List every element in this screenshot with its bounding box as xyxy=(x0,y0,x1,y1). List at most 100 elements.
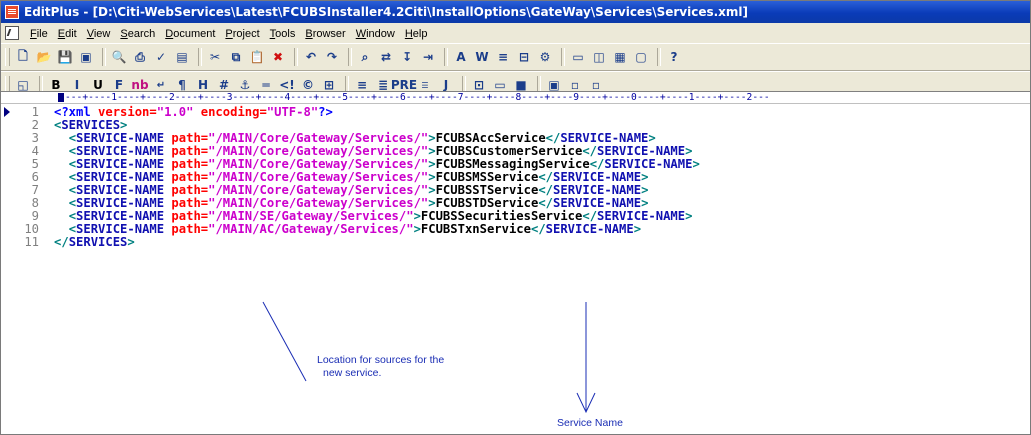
find-icon[interactable]: ⌕ xyxy=(356,48,374,66)
print-icon[interactable]: ⎙ xyxy=(131,48,149,66)
editplus-app-icon[interactable] xyxy=(5,5,19,19)
editplus-window: EditPlus - [D:\Citi-WebServices\Latest\F… xyxy=(0,0,1031,435)
font-icon[interactable]: A xyxy=(452,48,470,66)
menu-file[interactable]: File xyxy=(25,28,53,40)
editor-pane[interactable]: ---+----1----+----2----+----3----+----4-… xyxy=(1,91,1030,434)
menu-mnemonic: P xyxy=(225,27,233,40)
service-name-tag: SERVICE-NAME xyxy=(76,170,165,184)
tag-bracket: </ xyxy=(545,131,561,145)
page-icon[interactable]: ▤ xyxy=(173,48,191,66)
menu-mnemonic: W xyxy=(355,27,367,40)
menu-window[interactable]: Window xyxy=(351,28,400,40)
menu-browser[interactable]: Browser xyxy=(300,28,350,40)
code-line[interactable]: <SERVICE-NAME path="/MAIN/AC/Gateway/Ser… xyxy=(54,223,641,236)
title-bar[interactable]: EditPlus - [D:\Citi-WebServices\Latest\F… xyxy=(1,1,1030,23)
goto-icon[interactable]: ↧ xyxy=(398,48,416,66)
service-name-value: FCUBSTxnService xyxy=(420,222,531,236)
tag-bracket: > xyxy=(428,183,436,197)
code-line[interactable]: </SERVICES> xyxy=(54,236,135,249)
tag-bracket: </ xyxy=(538,196,554,210)
menu-search[interactable]: Search xyxy=(115,28,160,40)
redo-icon[interactable]: ↷ xyxy=(323,48,341,66)
tag-bracket: </ xyxy=(530,222,546,236)
spell-check-icon[interactable]: ✓ xyxy=(152,48,170,66)
path-attr: path= xyxy=(164,131,209,145)
toolbar-separator xyxy=(198,48,202,66)
help-icon[interactable]: ? xyxy=(665,48,683,66)
service-name-tag: SERVICE-NAME xyxy=(76,144,165,158)
replace-icon[interactable]: ⇄ xyxy=(377,48,395,66)
tag-bracket: > xyxy=(428,196,436,210)
ruler-start-marker xyxy=(58,93,64,102)
cut-icon[interactable]: ✂ xyxy=(206,48,224,66)
copy-icon[interactable]: ⧉ xyxy=(227,48,245,66)
path-attr: path= xyxy=(164,222,209,236)
menu-help[interactable]: Help xyxy=(400,28,433,40)
path-attr: path= xyxy=(164,209,209,223)
service-name-close-tag: SERVICE-NAME xyxy=(553,196,642,210)
tag-bracket: > xyxy=(685,209,693,223)
save-icon[interactable]: 💾 xyxy=(56,48,74,66)
menu-edit[interactable]: Edit xyxy=(53,28,82,40)
menu-label-rest: rowser xyxy=(312,27,346,40)
line-number-icon[interactable]: ≡ xyxy=(494,48,512,66)
tag-bracket: > xyxy=(641,170,649,184)
tag-bracket: < xyxy=(68,209,77,223)
tag-bracket: > xyxy=(413,222,421,236)
save-all-icon[interactable]: ▣ xyxy=(77,48,95,66)
path-attr: path= xyxy=(164,183,209,197)
indent-icon[interactable]: ⇥ xyxy=(419,48,437,66)
tag-bracket: > xyxy=(120,118,128,132)
tag-bracket: </ xyxy=(582,144,598,158)
path-attr: path= xyxy=(164,196,209,210)
paste-icon[interactable]: 📋 xyxy=(248,48,266,66)
value-version: "1.0" xyxy=(156,105,194,119)
menu-mnemonic: S xyxy=(120,27,128,40)
menu-mnemonic: F xyxy=(30,27,37,40)
column-icon[interactable]: ⊟ xyxy=(515,48,533,66)
path-attr: path= xyxy=(164,157,209,171)
window-icon[interactable]: ▭ xyxy=(569,48,587,66)
toolbar-grip[interactable] xyxy=(5,48,10,66)
tag-bracket: < xyxy=(68,157,77,171)
column-ruler: ---+----1----+----2----+----3----+----4-… xyxy=(1,92,1030,104)
delete-icon[interactable]: ✖ xyxy=(269,48,287,66)
line-number: 11 xyxy=(24,235,39,249)
menu-document[interactable]: Document xyxy=(160,28,220,40)
new-file-icon[interactable]: 🗋 xyxy=(14,48,32,66)
print-preview-icon[interactable]: 🔍 xyxy=(110,48,128,66)
document-menu-icon[interactable] xyxy=(5,26,19,40)
word-wrap-icon[interactable]: W xyxy=(473,48,491,66)
menu-tools[interactable]: Tools xyxy=(265,28,301,40)
tag-bracket: > xyxy=(692,157,700,171)
fullscreen-icon[interactable]: ▦ xyxy=(611,48,629,66)
standard-toolbar: 🗋 📂 💾 ▣ 🔍 ⎙ ✓ ▤ ✂ ⧉ 📋 ✖ ↶ ↷ ⌕ ⇄ ↧ ⇥ A W ≡ ⊟ ⚙ ▭ ◫ ▦ ▢? xyxy=(1,43,1030,71)
settings-icon[interactable]: ⚙ xyxy=(536,48,554,66)
toolbar-separator xyxy=(102,48,106,66)
undo-icon[interactable]: ↶ xyxy=(302,48,320,66)
service-name-close-tag: SERVICE-NAME xyxy=(553,170,642,184)
service-name-close-tag: SERVICE-NAME xyxy=(545,222,634,236)
open-folder-icon[interactable]: 📂 xyxy=(35,48,53,66)
service-name-tag: SERVICE-NAME xyxy=(76,183,165,197)
window-title: EditPlus - [D:\Citi-WebServices\Latest\F… xyxy=(24,5,749,19)
toolbar-separator xyxy=(348,48,352,66)
path-value: "/MAIN/SE/Gateway/Services/" xyxy=(208,209,414,223)
xml-declaration-open: <?xml xyxy=(54,105,99,119)
current-line-marker-icon xyxy=(4,107,10,117)
xml-declaration-close: ?> xyxy=(318,105,333,119)
menu-view[interactable]: View xyxy=(82,28,116,40)
tag-bracket: </ xyxy=(538,183,554,197)
menu-label-rest: earch xyxy=(127,27,156,40)
menu-project[interactable]: Project xyxy=(220,28,264,40)
path-value: "/MAIN/Core/Gateway/Services/" xyxy=(208,157,429,171)
service-name-value: FCUBSCustomerService xyxy=(435,144,583,158)
split-icon[interactable]: ◫ xyxy=(590,48,608,66)
monitor-icon[interactable]: ▢ xyxy=(632,48,650,66)
